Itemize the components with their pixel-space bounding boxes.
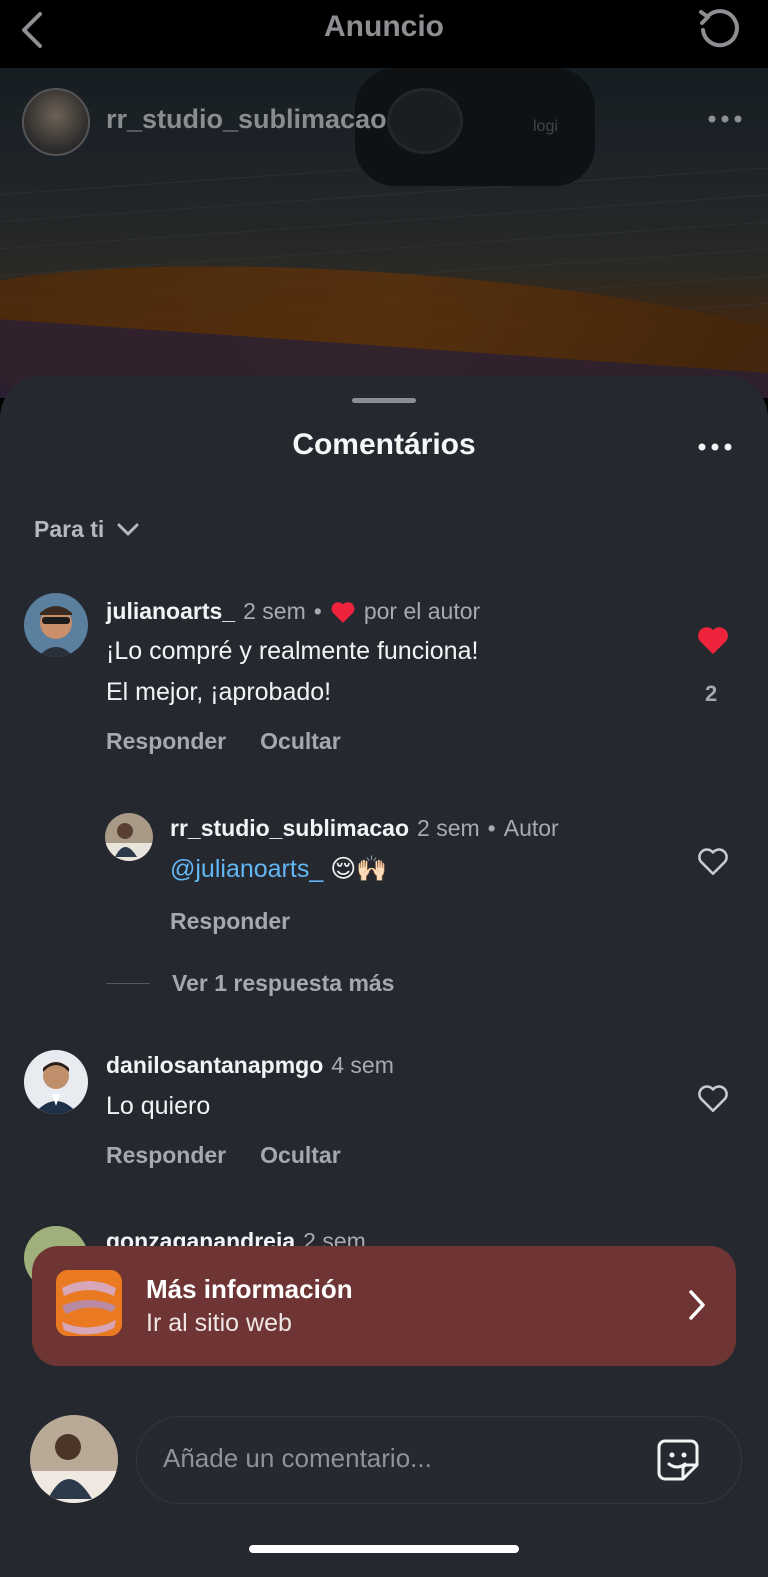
comment-actions: Responder xyxy=(170,908,290,935)
hide-button[interactable]: Ocultar xyxy=(260,728,341,755)
post-author-username[interactable]: rr_studio_sublimacao xyxy=(106,104,387,135)
comment-actions: Responder Ocultar xyxy=(106,1142,341,1169)
author-badge: Autor xyxy=(503,815,559,841)
refresh-icon[interactable] xyxy=(696,6,742,52)
comment-text-line: Lo quiero xyxy=(106,1092,211,1120)
top-bar: Anuncio xyxy=(0,0,768,68)
comment-meta: rr_studio_sublimacao 2 sem • Autor xyxy=(170,815,559,842)
mention-link[interactable]: @julianoarts_ xyxy=(170,855,323,883)
heart-outline-icon[interactable] xyxy=(696,845,730,877)
comment-time: 2 sem xyxy=(243,598,306,624)
comment-text-line: El mejor, ¡aprobado! xyxy=(106,678,332,706)
cta-subtitle: Ir al sitio web xyxy=(146,1309,292,1337)
hide-button[interactable]: Ocultar xyxy=(260,1142,341,1169)
commenter-username[interactable]: rr_studio_sublimacao xyxy=(170,815,409,842)
sort-filter-dropdown[interactable]: Para ti xyxy=(34,516,140,543)
comment-meta: julianoarts_ 2 sem • por el autor xyxy=(106,598,480,625)
sticker-icon[interactable] xyxy=(655,1437,701,1483)
comment-input-placeholder: Añade un comentario... xyxy=(163,1443,432,1473)
current-user-avatar xyxy=(30,1415,118,1503)
comments-sheet: Comentários Para ti julianoarts_ 2 sem •… xyxy=(0,376,768,1577)
divider xyxy=(106,983,150,984)
liked-by-author-label: por el autor xyxy=(363,598,481,624)
reply-button[interactable]: Responder xyxy=(170,908,290,935)
reply-button[interactable]: Responder xyxy=(106,1142,226,1169)
comment-text: @julianoarts_ 😌🙌🏻 xyxy=(170,849,387,890)
like-count: 2 xyxy=(705,681,718,706)
page-title: Anuncio xyxy=(324,10,444,43)
sort-filter-label: Para ti xyxy=(34,516,105,542)
comment-time: 2 sem xyxy=(417,815,480,841)
post-media: logi rr_studio_sublimacao xyxy=(0,68,768,398)
comment-input[interactable]: Añade un comentario... xyxy=(136,1416,742,1504)
post-more-icon[interactable] xyxy=(708,114,742,124)
commenter-avatar[interactable] xyxy=(24,1050,88,1114)
cta-banner[interactable]: Más información Ir al sitio web xyxy=(32,1246,736,1366)
comment-text: Lo quiero xyxy=(106,1086,210,1127)
advertiser-logo xyxy=(56,1270,122,1336)
meta-separator: • xyxy=(313,598,322,624)
view-more-replies[interactable]: Ver 1 respuesta más xyxy=(106,970,394,997)
view-more-replies-label: Ver 1 respuesta más xyxy=(172,970,395,996)
heart-filled-icon xyxy=(331,601,355,623)
comments-more-icon[interactable] xyxy=(698,442,732,452)
comments-title: Comentários xyxy=(292,428,476,461)
comment-time: 4 sem xyxy=(331,1052,394,1078)
meta-separator: • xyxy=(487,815,496,841)
commenter-avatar[interactable] xyxy=(105,813,153,861)
commenter-avatar[interactable] xyxy=(24,593,88,657)
comment-text: ¡Lo compré y realmente funciona! El mejo… xyxy=(106,631,478,713)
cta-title: Más información xyxy=(146,1274,353,1304)
home-indicator[interactable] xyxy=(249,1545,519,1553)
commenter-username[interactable]: julianoarts_ xyxy=(106,598,235,625)
post-author-avatar[interactable] xyxy=(22,88,90,156)
chevron-right-icon xyxy=(689,1290,705,1320)
commenter-username[interactable]: danilosantanapmgo xyxy=(106,1052,323,1079)
heart-outline-icon[interactable] xyxy=(696,1082,730,1114)
comment-emojis: 😌🙌🏻 xyxy=(330,855,388,883)
comment-meta: danilosantanapmgo 4 sem xyxy=(106,1052,394,1079)
reply-button[interactable]: Responder xyxy=(106,728,226,755)
comment-actions: Responder Ocultar xyxy=(106,728,341,755)
chevron-down-icon xyxy=(117,523,139,535)
drag-handle[interactable] xyxy=(352,398,416,403)
comment-text-line: ¡Lo compré y realmente funciona! xyxy=(106,637,479,665)
heart-filled-icon[interactable] xyxy=(696,624,730,656)
